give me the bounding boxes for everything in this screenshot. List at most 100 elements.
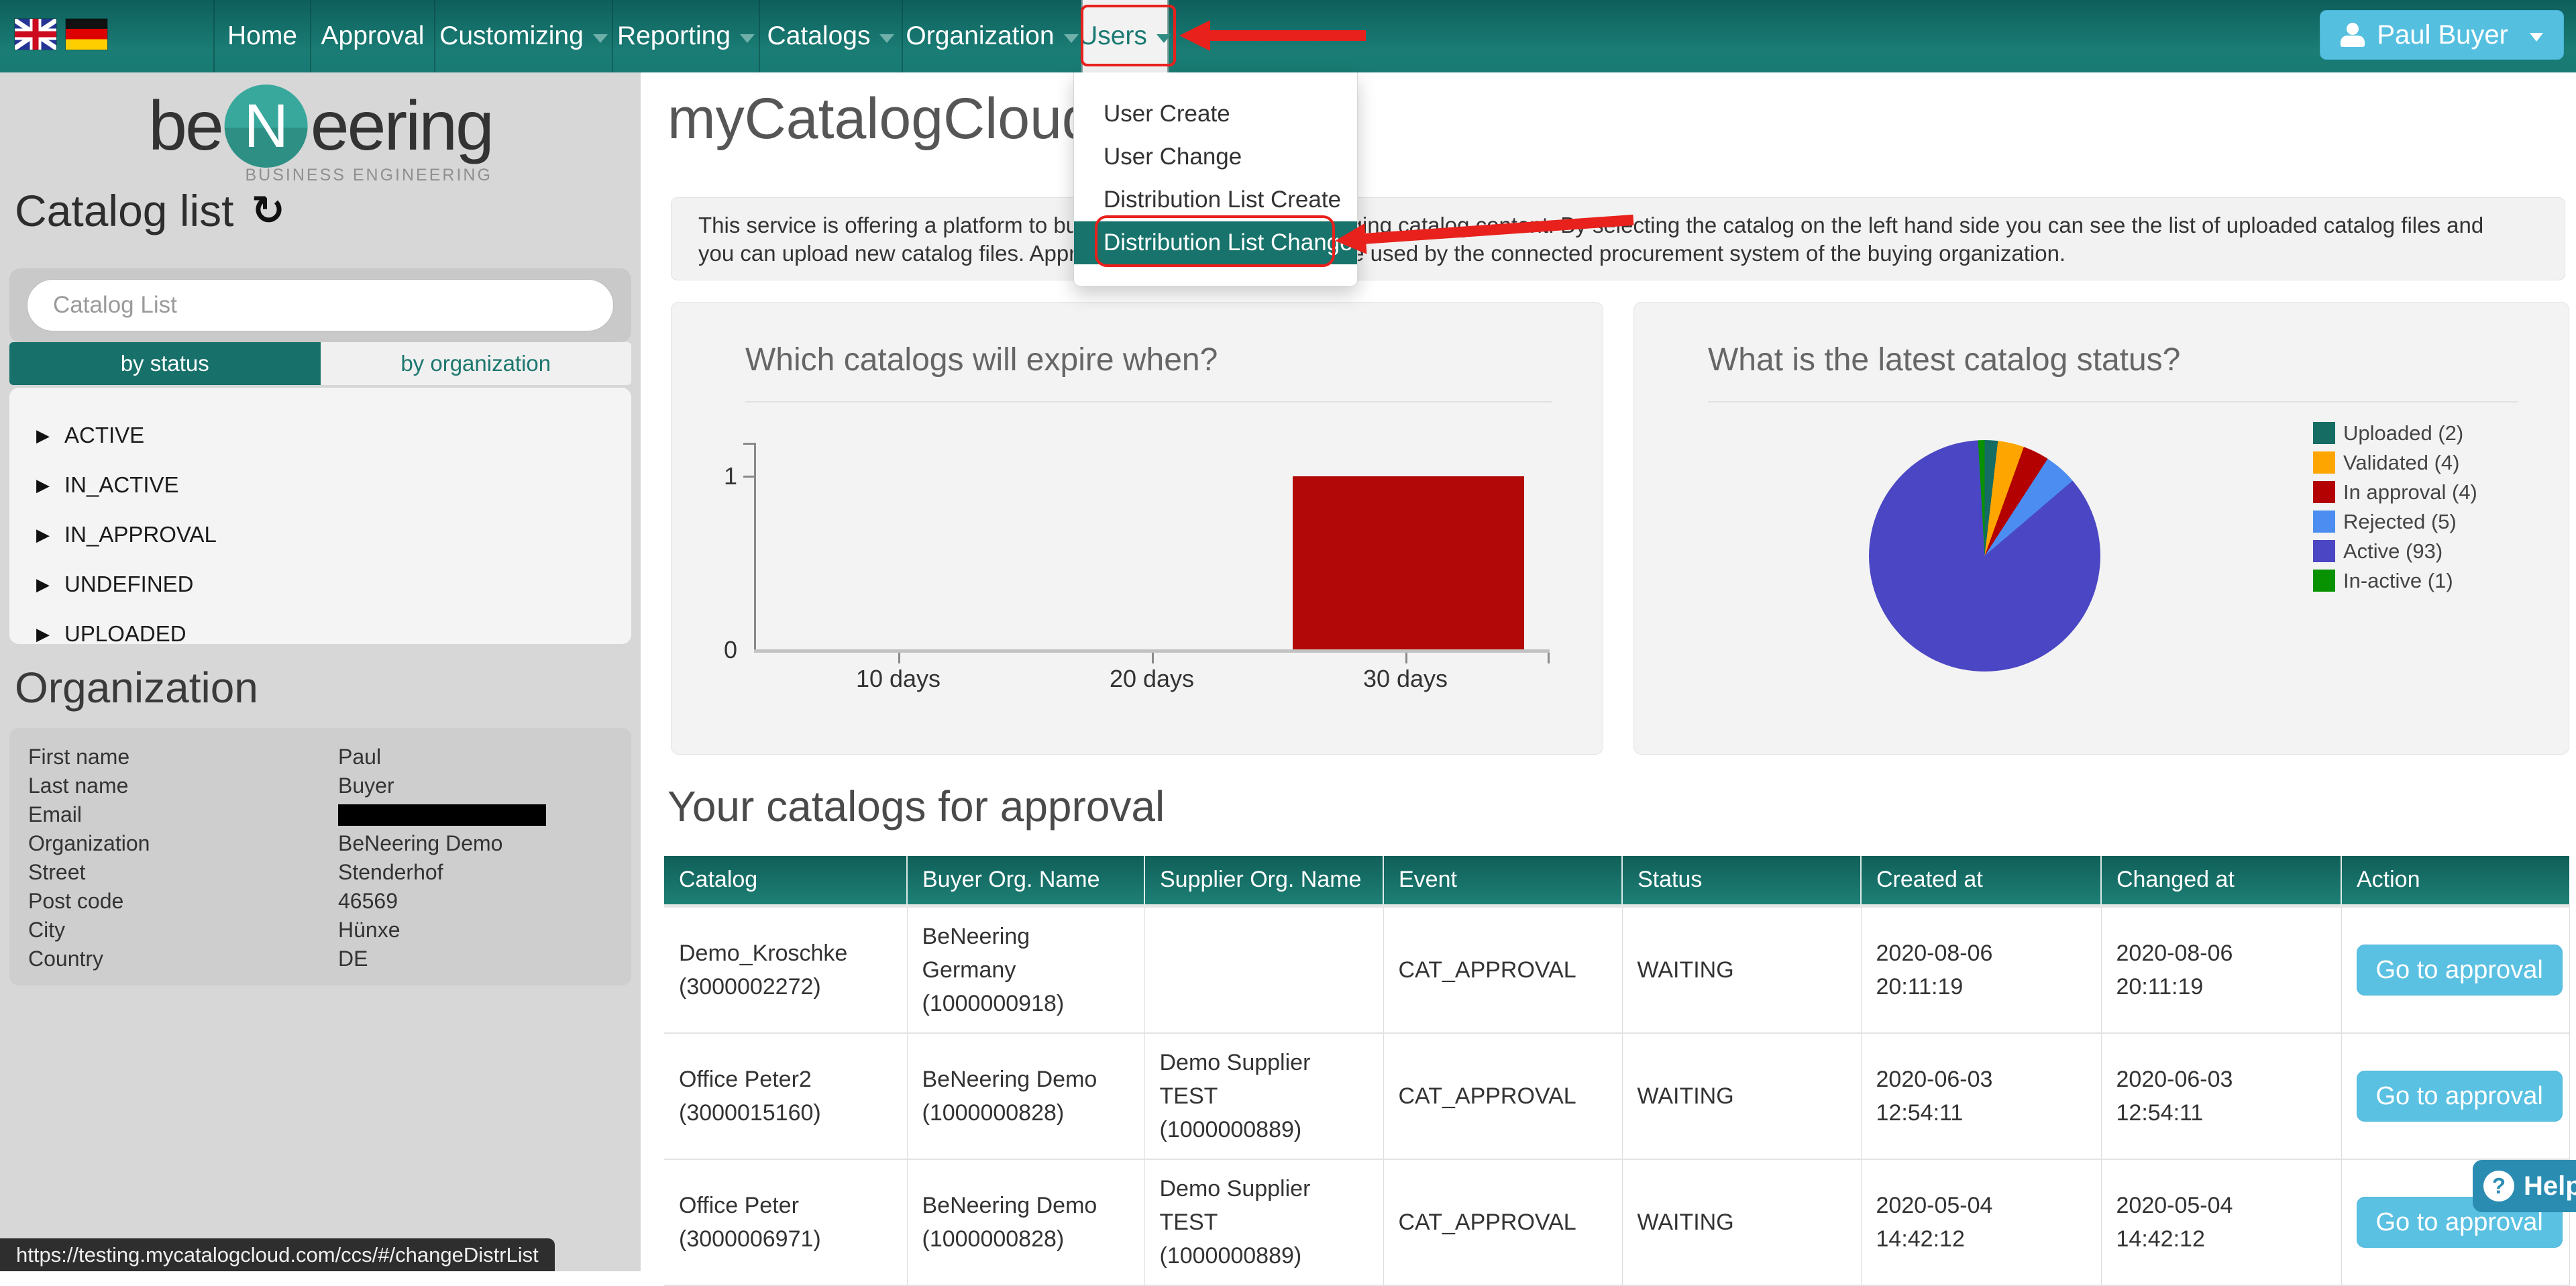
triangle-right-icon: ▶ [36,526,50,543]
language-flags [15,19,107,50]
org-field-post-code: Post code46569 [9,887,631,916]
menu-item-user-create[interactable]: User Create [1074,93,1357,136]
legend-swatch-active [2313,540,2335,562]
cell-event: CAT_APPROVAL [1383,1159,1622,1285]
catalog-list-title: Catalog list ↻ [15,185,285,236]
status-item-undefined[interactable]: ▶UNDEFINED [9,559,631,609]
user-menu-button[interactable]: Paul Buyer [2320,10,2564,60]
legend-item-in-approval: In approval (4) [2313,481,2477,503]
cell-created-at: 2020-08-06 20:11:19 [1861,906,2101,1033]
divider [1708,401,2518,403]
status-pie-chart [1869,440,2100,672]
legend-swatch-rejected [2313,511,2335,533]
nav-item-reporting[interactable]: Reporting [612,0,759,72]
cell-status: WAITING [1622,1033,1861,1159]
annotation-arrow-users [1179,20,1367,51]
person-icon [2341,23,2365,47]
org-field-email: Email [9,800,631,829]
cell-buyer-org: BeNeering Demo(1000000828) [907,1159,1144,1285]
organization-section-title: Organization [15,663,258,712]
expiry-chart-panel: Which catalogs will expire when? 1 0 10 … [671,302,1603,755]
legend-item-rejected: Rejected (5) [2313,511,2477,533]
col-header-changed-at: Changed at [2101,856,2341,906]
chevron-down-icon [740,34,755,43]
nav-item-approval[interactable]: Approval [310,0,434,72]
user-name: Paul Buyer [2377,20,2508,50]
table-row: Office Peter2(3000015160) BeNeering Demo… [664,1033,2569,1159]
org-field-city: CityHünxe [9,916,631,945]
approvals-table: Catalog Buyer Org. Name Supplier Org. Na… [664,856,2570,1286]
help-button[interactable]: ? Help [2473,1160,2576,1212]
y-axis-tick [743,443,754,445]
org-field-country: CountryDE [9,945,631,973]
cell-buyer-org: BeNeering Demo(1000000828) [907,1033,1144,1159]
german-flag-icon[interactable] [66,19,107,50]
x-tick-label-10-days: 10 days [824,665,972,693]
triangle-right-icon: ▶ [36,625,50,643]
legend-item-active: Active (93) [2313,540,2477,562]
uk-flag-icon[interactable] [15,19,56,50]
cell-supplier-org: Demo Supplier TEST(1000000889) [1144,1159,1383,1285]
x-axis-tick [1548,653,1550,663]
col-header-created-at: Created at [1861,856,2101,906]
cell-changed-at: 2020-08-06 20:11:19 [2101,906,2341,1033]
cell-changed-at: 2020-05-04 14:42:12 [2101,1159,2341,1285]
status-item-uploaded[interactable]: ▶UPLOADED [9,609,631,659]
logo-text-start: be [148,87,222,166]
status-list-panel: ▶ACTIVE ▶IN_ACTIVE ▶IN_APPROVAL ▶UNDEFIN… [9,388,631,644]
nav-item-customizing[interactable]: Customizing [434,0,612,72]
x-tick-label-20-days: 20 days [1078,665,1226,693]
status-chart-panel: What is the latest catalog status? Uploa… [1633,302,2569,755]
status-item-in-active[interactable]: ▶IN_ACTIVE [9,460,631,510]
col-header-action: Action [2341,856,2569,906]
expiry-bar-30-days [1293,476,1524,649]
tab-by-organization[interactable]: by organization [321,342,632,385]
go-to-approval-button[interactable]: Go to approval [2357,945,2563,996]
legend-item-uploaded: Uploaded (2) [2313,422,2477,444]
org-field-organization: OrganizationBeNeering Demo [9,829,631,858]
status-item-active[interactable]: ▶ACTIVE [9,411,631,460]
cell-event: CAT_APPROVAL [1383,1033,1622,1159]
cell-event: CAT_APPROVAL [1383,906,1622,1033]
menu-item-user-change[interactable]: User Change [1074,136,1357,178]
org-field-street: StreetStenderhof [9,858,631,887]
nav-item-organization[interactable]: Organization [902,0,1081,72]
service-description-line2: you can upload new catalog files. Approv… [698,239,2538,268]
refresh-icon[interactable]: ↻ [252,191,285,231]
col-header-buyer-org: Buyer Org. Name [907,856,1144,906]
go-to-approval-button[interactable]: Go to approval [2357,1071,2563,1122]
triangle-right-icon: ▶ [36,576,50,593]
annotation-box-users [1081,5,1176,66]
logo-tagline: BUSINESS ENGINEERING [245,166,492,185]
arrow-head-icon [1179,20,1210,51]
expiry-chart-title: Which catalogs will expire when? [745,341,1218,378]
catalog-search-input[interactable] [27,279,614,331]
y-tick-label-0: 0 [704,636,737,664]
tab-by-status[interactable]: by status [9,342,321,385]
arrow-shaft [1208,30,1366,41]
cell-created-at: 2020-06-03 12:54:11 [1861,1033,2101,1159]
x-axis-tick [1152,653,1154,663]
nav-item-home[interactable]: Home [213,0,310,72]
cell-supplier-org [1144,906,1383,1033]
nav-menu: Home Approval Customizing Reporting Cata… [213,0,1169,72]
col-header-catalog: Catalog [664,856,907,906]
cell-changed-at: 2020-06-03 12:54:11 [2101,1033,2341,1159]
legend-item-validated: Validated (4) [2313,451,2477,474]
chevron-down-icon [879,34,894,43]
logo-text-end: eering [311,87,492,166]
cell-status: WAITING [1622,906,1861,1033]
status-chart-title: What is the latest catalog status? [1708,341,2180,378]
y-axis-tick [743,476,754,478]
question-mark-icon: ? [2483,1171,2514,1201]
catalog-search-panel [9,268,631,342]
nav-item-catalogs[interactable]: Catalogs [759,0,902,72]
triangle-right-icon: ▶ [36,427,50,444]
pie-legend: Uploaded (2) Validated (4) In approval (… [2313,422,2477,599]
chevron-down-icon [1064,34,1079,43]
cell-action: Go to approval [2341,906,2569,1033]
status-item-in-approval[interactable]: ▶IN_APPROVAL [9,510,631,559]
col-header-status: Status [1622,856,1861,906]
beneering-logo: be N eering BUSINESS ENGINEERING [148,85,492,168]
organization-details-panel: First namePaul Last nameBuyer Email Orga… [9,728,631,985]
